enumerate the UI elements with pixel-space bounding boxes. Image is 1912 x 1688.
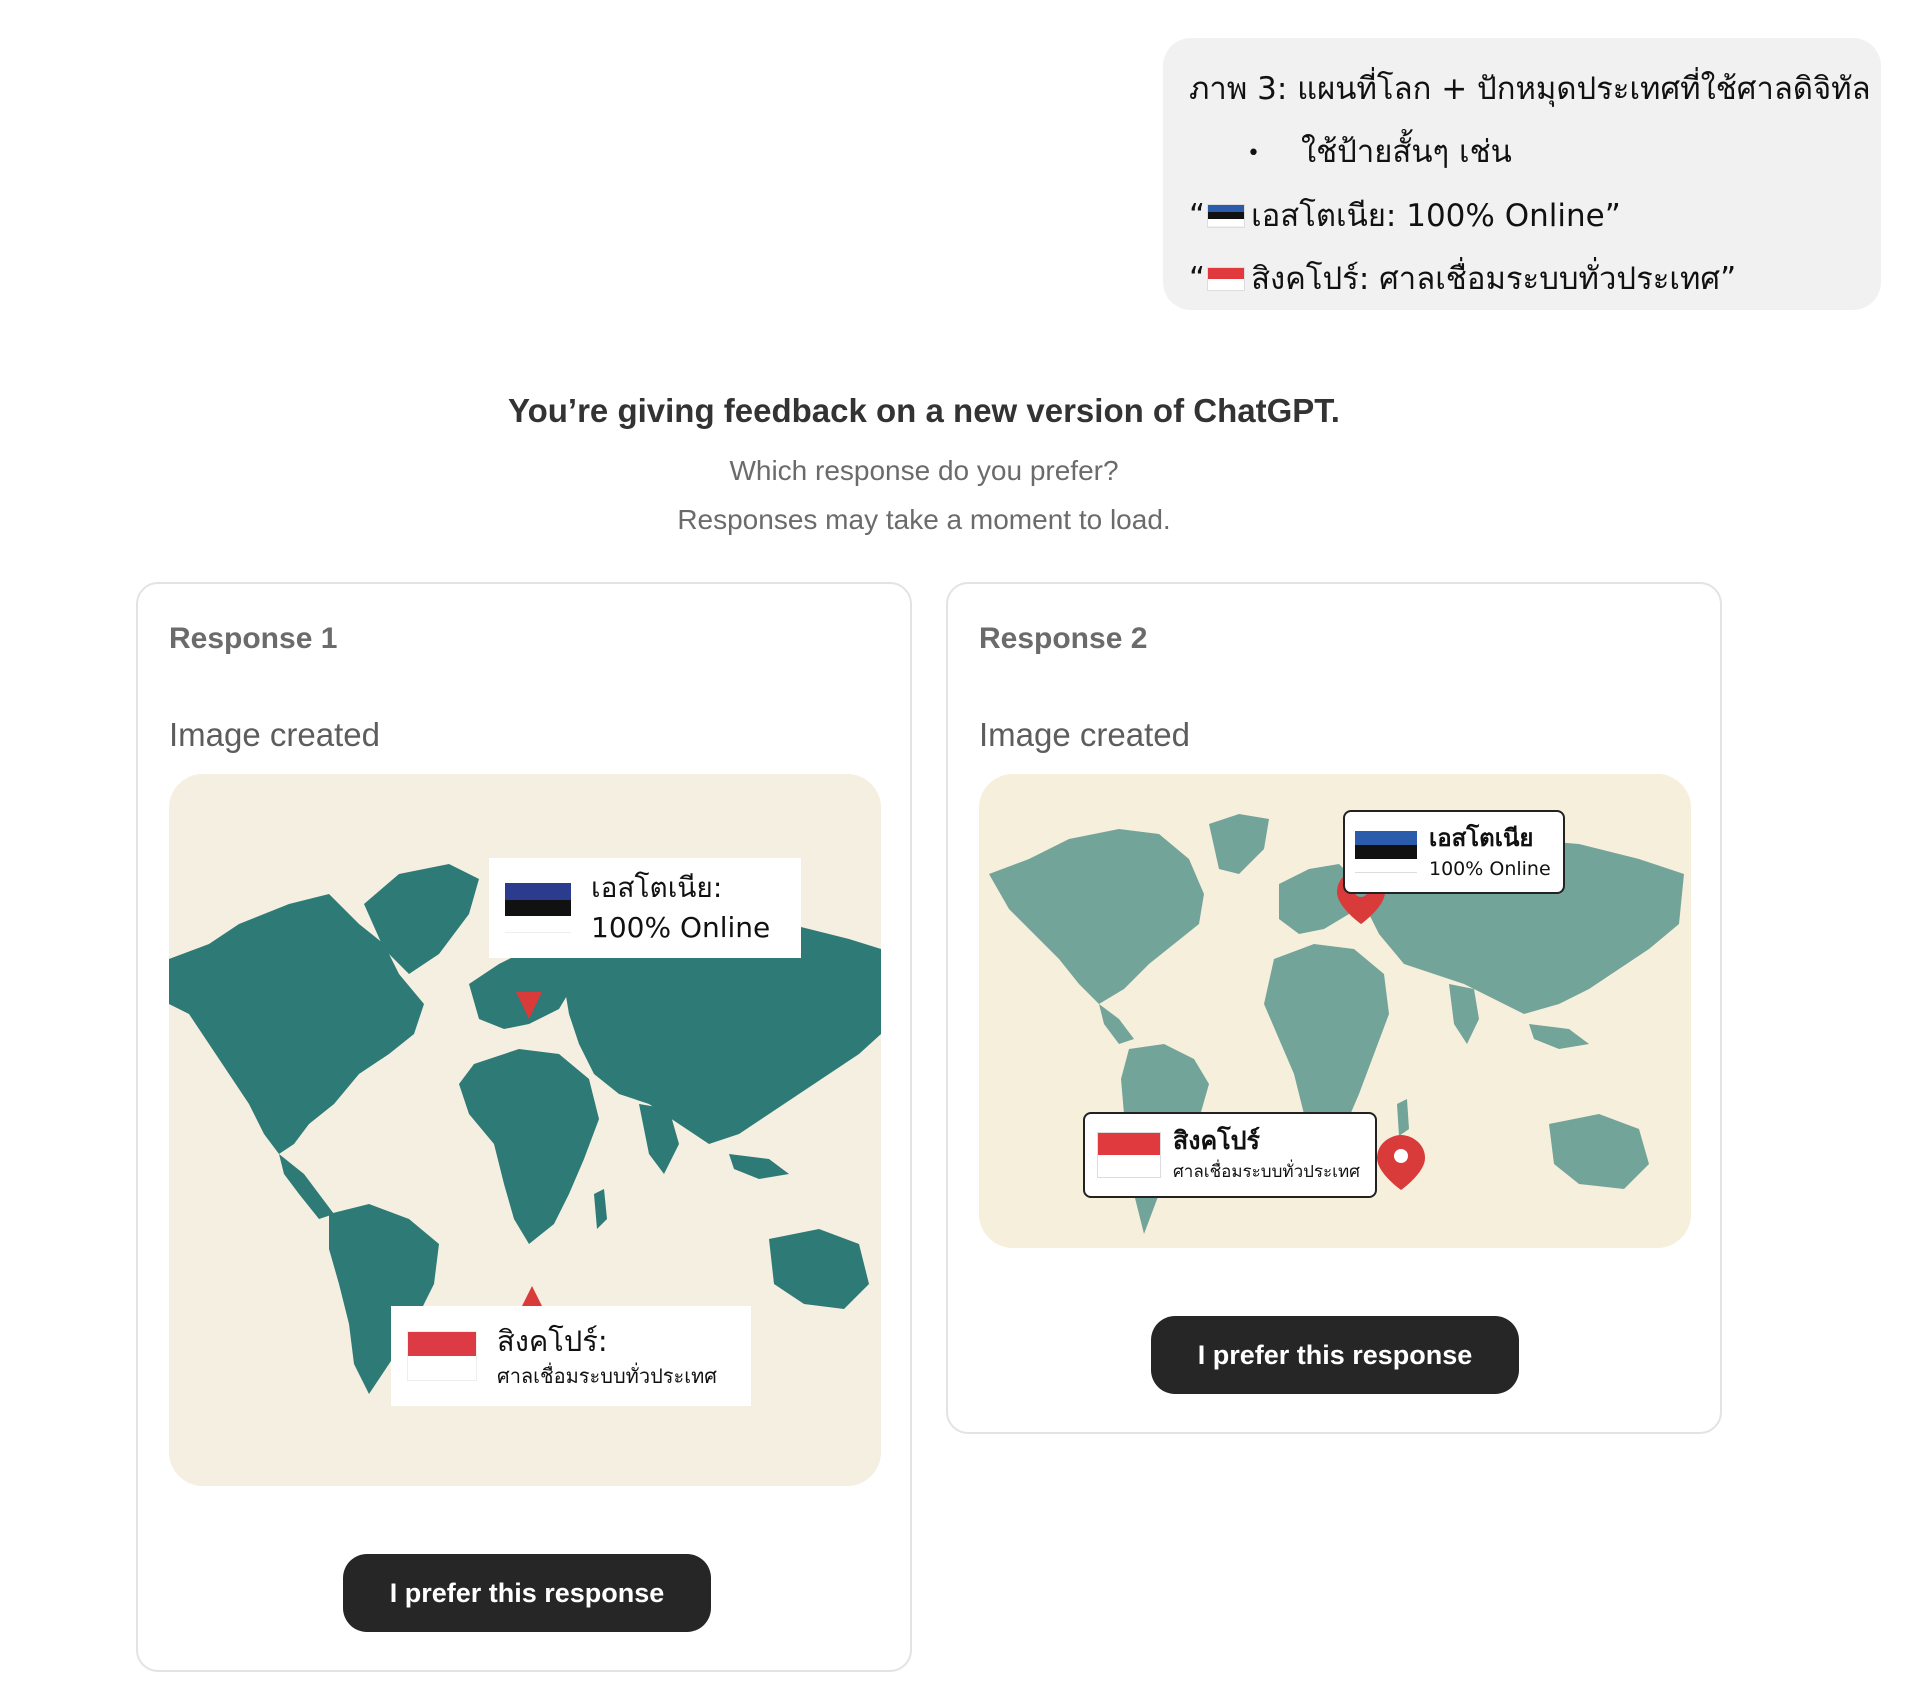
user-message-bubble: ภาพ 3: แผนที่โลก + ปักหมุดประเทศที่ใช้ศา… — [1163, 38, 1881, 310]
singapore-map-label: สิงคโปร์ ศาลเชื่อมระบบทั่วประเทศ — [1083, 1112, 1377, 1198]
response-card-2: Response 2 Image created เอสโตเนีย 100% … — [946, 582, 1722, 1434]
generated-map-image[interactable]: เอสโตเนีย: 100% Online สิงคโปร์: ศาลเชื่… — [169, 774, 881, 1486]
feedback-title: You’re giving feedback on a new version … — [508, 392, 1340, 429]
user-message-estonia: “ เอสโตเนีย: 100% Online” — [1189, 185, 1855, 248]
prefer-response-2-button[interactable]: I prefer this response — [1151, 1316, 1519, 1394]
singapore-label-name: สิงคโปร์ — [1173, 1126, 1260, 1155]
estonia-label-name: เอสโตเนีย: — [591, 871, 723, 904]
user-message-line: ภาพ 3: แผนที่โลก + ปักหมุดประเทศที่ใช้ศา… — [1189, 71, 1871, 107]
image-created-status: Image created — [979, 716, 1190, 753]
open-quote: “ — [1189, 261, 1206, 297]
singapore-map-label: สิงคโปร์: ศาลเชื่อมระบบทั่วประเทศ — [391, 1306, 751, 1406]
estonia-label-name: เอสโตเนีย — [1429, 824, 1534, 852]
singapore-label-detail: ศาลเชื่อมระบบทั่วประเทศ — [497, 1364, 717, 1388]
generated-map-image[interactable]: เอสโตเนีย 100% Online สิงคโปร์ ศาลเชื่อม… — [979, 774, 1691, 1248]
estonia-label-detail: 100% Online — [1429, 858, 1551, 880]
singapore-flag-icon — [407, 1331, 477, 1381]
response-label: Response 2 — [979, 622, 1148, 655]
singapore-flag-icon — [1207, 266, 1246, 291]
singapore-flag-icon — [1097, 1132, 1161, 1178]
estonia-map-label: เอสโตเนีย: 100% Online — [489, 858, 801, 958]
singapore-label-detail: ศาลเชื่อมระบบทั่วประเทศ — [1173, 1162, 1360, 1182]
user-message-singapore: “ สิงคโปร์: ศาลเชื่อมระบบทั่วประเทศ” — [1189, 248, 1855, 311]
estonia-flag-icon — [1355, 831, 1417, 873]
open-quote: “ — [1189, 198, 1206, 234]
user-message-bullet: • ใช้ป้ายสั้นๆ เช่น — [1189, 121, 1855, 185]
estonia-flag-icon — [505, 883, 571, 933]
response-label: Response 1 — [169, 622, 338, 655]
estonia-text: เอสโตเนีย: 100% Online” — [1251, 198, 1621, 234]
bullet-icon: • — [1247, 141, 1260, 166]
prefer-response-1-button[interactable]: I prefer this response — [343, 1554, 711, 1632]
estonia-flag-icon — [1207, 203, 1246, 228]
image-created-status: Image created — [169, 716, 380, 753]
feedback-note: Responses may take a moment to load. — [677, 504, 1171, 535]
singapore-label-name: สิงคโปร์: — [497, 1324, 608, 1358]
feedback-question: Which response do you prefer? — [729, 455, 1119, 486]
response-card-1: Response 1 Image created เอสโตเนีย: 100%… — [136, 582, 912, 1672]
bullet-text: ใช้ป้ายสั้นๆ เช่น — [1301, 134, 1512, 170]
estonia-map-label: เอสโตเนีย 100% Online — [1343, 810, 1565, 894]
chat-page: ภาพ 3: แผนที่โลก + ปักหมุดประเทศที่ใช้ศา… — [0, 0, 1912, 1688]
estonia-label-detail: 100% Online — [591, 911, 771, 944]
singapore-text: สิงคโปร์: ศาลเชื่อมระบบทั่วประเทศ” — [1251, 261, 1737, 297]
